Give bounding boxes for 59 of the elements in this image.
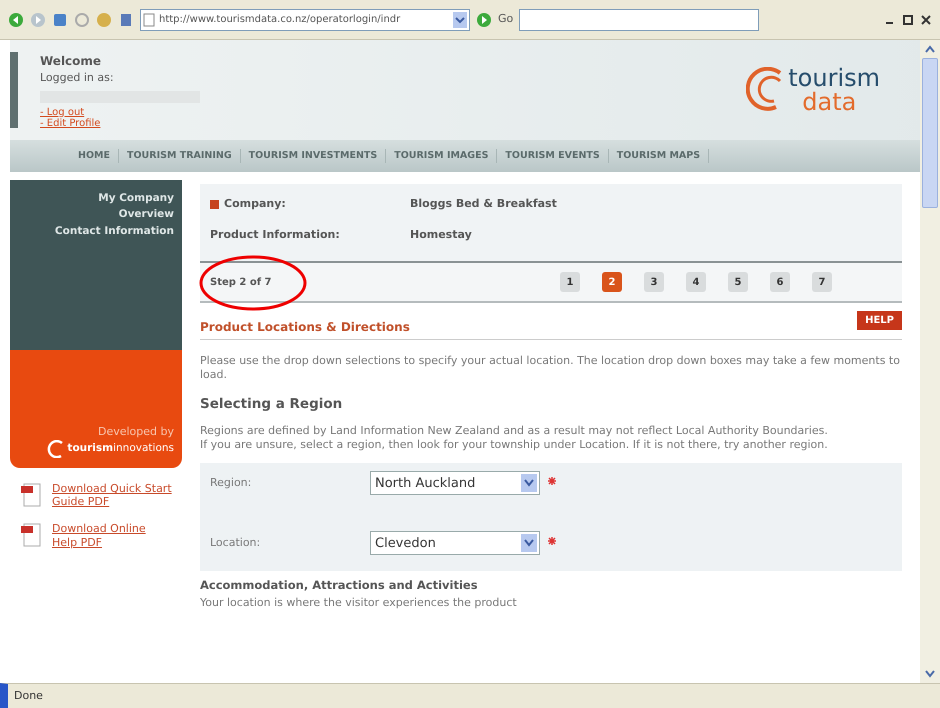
welcome-text: Welcome: [40, 53, 102, 70]
note-text: Your location is where the visitor experiences the product: [200, 594, 517, 610]
forward-icon[interactable]: [30, 12, 46, 28]
dropdown-icon: [524, 479, 534, 488]
step-text: Step 2 of 7: [210, 276, 272, 290]
step-button[interactable]: 6: [770, 272, 790, 292]
field-value: Bloggs Bed & Breakfast: [410, 196, 557, 212]
note-text: Regions are defined by Land Information New Zealand and as a result may not reflect Local Authority Boundaries.: [200, 424, 829, 438]
step-button[interactable]: 2: [602, 272, 622, 292]
help-button[interactable]: HELP: [857, 311, 902, 330]
sidebar-link[interactable]: Contact Information: [18, 222, 174, 239]
field-label: Company:: [224, 196, 286, 212]
dropdown-icon[interactable]: [453, 12, 467, 28]
section-heading: Accommodation, Attractions and Activities: [200, 577, 479, 594]
address-field[interactable]: http://www.tourismdata.co.nz/operatorlogin/indr: [140, 8, 470, 30]
go-icon[interactable]: [476, 12, 492, 28]
swirl-logo-icon: [46, 440, 65, 458]
nav-link[interactable]: TOURISM MAPS: [608, 148, 710, 164]
download-link[interactable]: Download Online Help PDF: [52, 522, 172, 549]
field-label: Region:: [210, 475, 252, 492]
maximize-icon[interactable]: [902, 14, 914, 26]
nav-link[interactable]: TOURISM INVESTMENTS: [240, 148, 386, 164]
step-button[interactable]: 3: [644, 272, 664, 292]
sidebar-link[interactable]: My Company: [18, 190, 174, 206]
header-link[interactable]: - Log out: [40, 106, 200, 118]
logo-text: tourism: [788, 66, 880, 90]
select-field[interactable]: Clevedon: [370, 531, 540, 556]
step-button[interactable]: 5: [728, 272, 748, 292]
note-text: If you are unsure, select a region, then look for your township under Location. If it is not there, try another region.: [200, 438, 829, 452]
nav-link[interactable]: TOURISM EVENTS: [497, 148, 609, 164]
brand-text: tourisminnovations: [67, 441, 174, 456]
download-link[interactable]: Download Quick Start Guide PDF: [52, 482, 172, 508]
step-button[interactable]: 7: [812, 272, 832, 292]
nav-link[interactable]: TOURISM TRAINING: [118, 148, 241, 164]
nav-link[interactable]: HOME: [70, 148, 119, 164]
nav-link[interactable]: TOURISM IMAGES: [386, 148, 498, 164]
section-title: Product Locations & Directions: [200, 319, 410, 336]
go-link[interactable]: Go: [498, 11, 514, 28]
sidebar-link[interactable]: Overview: [18, 206, 174, 223]
field-value: Homestay: [410, 226, 472, 242]
step-button[interactable]: 1: [560, 272, 580, 292]
scrollbar-thumb[interactable]: [922, 58, 938, 208]
close-icon[interactable]: [920, 14, 932, 26]
stop-icon[interactable]: [74, 12, 90, 28]
step-button[interactable]: 4: [686, 272, 706, 292]
status-text: Done: [14, 688, 43, 704]
header-link[interactable]: - Edit Profile: [40, 118, 200, 128]
field-label: Product Information:: [210, 226, 340, 242]
developed-by-text: Developed by: [98, 424, 174, 440]
section-heading: Selecting a Region: [200, 394, 344, 414]
select-field[interactable]: North Auckland: [370, 471, 540, 496]
field-label: Location:: [210, 535, 262, 552]
search-field[interactable]: [519, 8, 760, 30]
page-icon: [143, 12, 155, 26]
intro-text: Please use the drop down selections to specify your actual location. The location drop down boxes may take a few moments to load.: [200, 354, 901, 382]
dropdown-icon: [524, 539, 534, 548]
back-icon[interactable]: [8, 12, 24, 28]
logo-text: data: [801, 90, 858, 114]
logged-in-label: Logged in as:: [40, 70, 115, 86]
